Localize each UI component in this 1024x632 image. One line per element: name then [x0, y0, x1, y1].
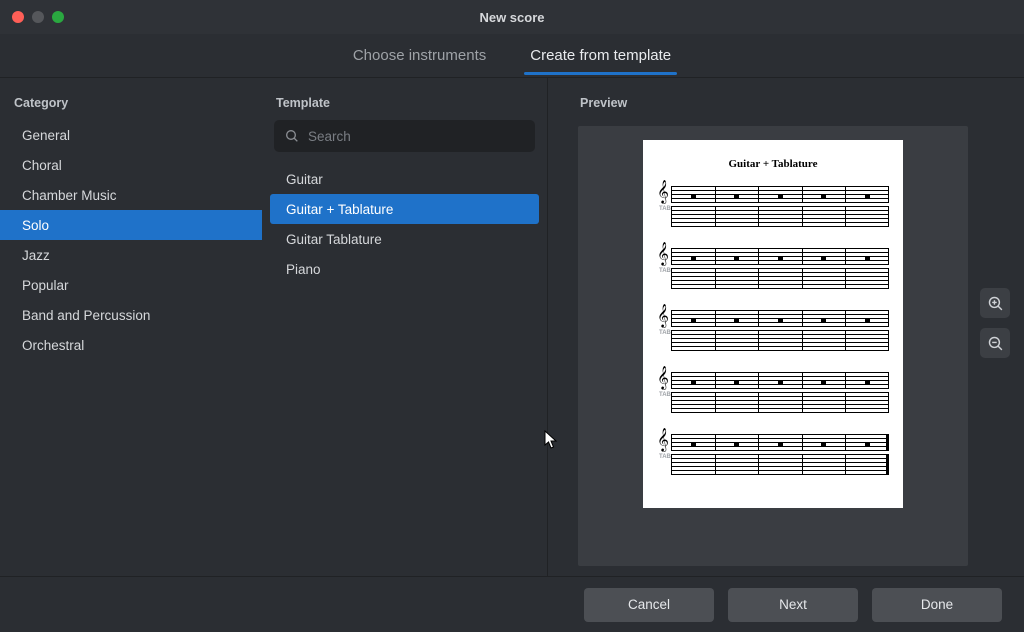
zoom-out-icon	[987, 335, 1004, 352]
category-item-band-and-percussion[interactable]: Band and Percussion	[0, 300, 262, 330]
category-panel: Category General Choral Chamber Music So…	[0, 78, 262, 576]
preview-system: 𝄞 TAB	[657, 182, 889, 230]
zoom-in-button[interactable]	[980, 288, 1010, 318]
template-item-guitar-tablature-combo[interactable]: Guitar + Tablature	[270, 194, 539, 224]
category-item-chamber-music[interactable]: Chamber Music	[0, 180, 262, 210]
zoom-out-button[interactable]	[980, 328, 1010, 358]
preview-viewport[interactable]: Guitar + Tablature 𝄞 TAB 𝄞 TAB 𝄞 TAB 𝄞 T…	[578, 126, 968, 566]
done-button[interactable]: Done	[872, 588, 1002, 622]
template-item-piano[interactable]: Piano	[270, 254, 539, 284]
next-button[interactable]: Next	[728, 588, 858, 622]
category-item-general[interactable]: General	[0, 120, 262, 150]
category-heading: Category	[14, 96, 248, 110]
preview-page-title: Guitar + Tablature	[657, 158, 889, 170]
category-item-popular[interactable]: Popular	[0, 270, 262, 300]
minimize-window-button[interactable]	[32, 11, 44, 23]
zoom-controls	[980, 288, 1010, 358]
main-tabs: Choose instruments Create from template	[0, 34, 1024, 78]
preview-system: 𝄞 TAB	[657, 368, 889, 416]
template-search-input[interactable]	[274, 120, 535, 152]
title-bar: New score	[0, 0, 1024, 34]
preview-system: 𝄞 TAB	[657, 244, 889, 292]
footer-buttons: Cancel Next Done	[0, 576, 1024, 632]
search-icon	[284, 128, 300, 144]
category-item-orchestral[interactable]: Orchestral	[0, 330, 262, 360]
category-item-solo[interactable]: Solo	[0, 210, 262, 240]
window-title: New score	[0, 10, 1024, 25]
template-item-guitar-tablature[interactable]: Guitar Tablature	[270, 224, 539, 254]
preview-system: 𝄞 TAB	[657, 306, 889, 354]
zoom-in-icon	[987, 295, 1004, 312]
category-item-jazz[interactable]: Jazz	[0, 240, 262, 270]
tab-choose-instruments[interactable]: Choose instruments	[351, 37, 488, 74]
preview-system: 𝄞 TAB	[657, 430, 889, 478]
category-item-choral[interactable]: Choral	[0, 150, 262, 180]
cancel-button[interactable]: Cancel	[584, 588, 714, 622]
maximize-window-button[interactable]	[52, 11, 64, 23]
template-item-guitar[interactable]: Guitar	[270, 164, 539, 194]
preview-heading: Preview	[580, 96, 1010, 110]
tab-create-from-template[interactable]: Create from template	[528, 37, 673, 74]
window-controls	[12, 11, 64, 23]
close-window-button[interactable]	[12, 11, 24, 23]
template-heading: Template	[276, 96, 533, 110]
template-panel: Template Guitar Guitar + Tablature Guita…	[262, 78, 548, 576]
preview-page: Guitar + Tablature 𝄞 TAB 𝄞 TAB 𝄞 TAB 𝄞 T…	[643, 140, 903, 508]
preview-panel: Preview Guitar + Tablature 𝄞 TAB 𝄞 TAB 𝄞…	[548, 78, 1024, 576]
